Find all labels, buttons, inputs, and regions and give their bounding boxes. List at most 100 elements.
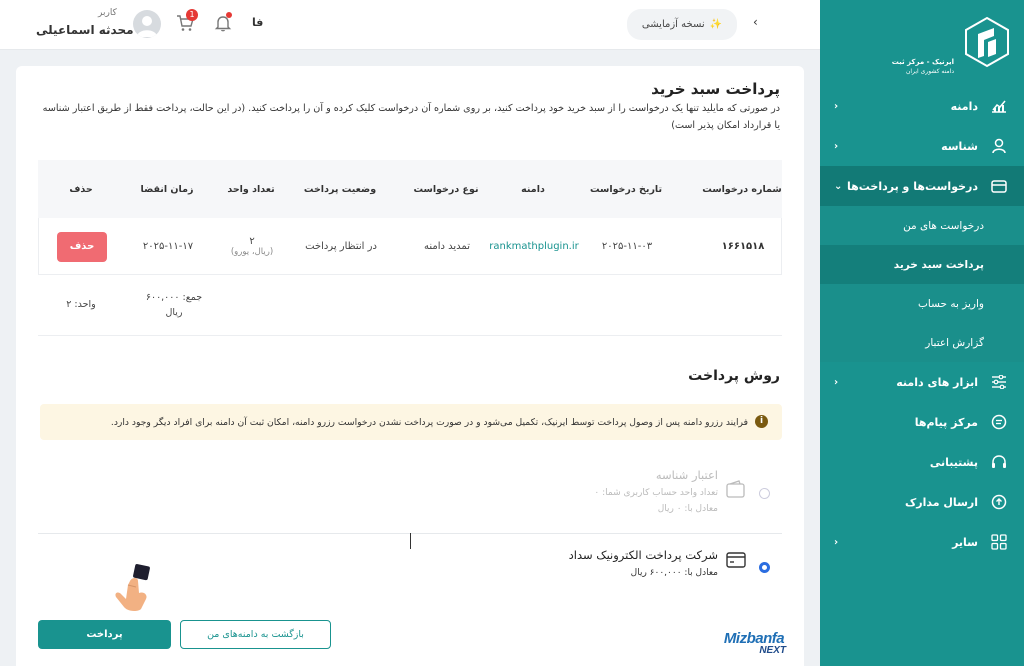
logo-text-main: ایرنیک - مرکز ثبت <box>891 58 954 66</box>
th-units: تعداد واحد <box>227 183 275 195</box>
trial-label: نسخه آزمایشی <box>641 19 705 30</box>
sidebar-subitem-label: درخواست های من <box>903 219 984 232</box>
page-title: پرداخت سبد خرید <box>651 80 780 98</box>
alert-text: فرایند رزرو دامنه پس از وصول پرداخت توسط… <box>110 416 748 428</box>
grid-icon <box>990 533 1008 551</box>
cart-badge: 1 <box>186 9 198 21</box>
chevron-down-icon: ⌄ <box>834 180 843 192</box>
sidebar-subitem-my-requests[interactable]: درخواست های من <box>820 206 1024 245</box>
page-description: در صورتی که مایلید تنها یک درخواست را از… <box>42 103 780 131</box>
th-type: نوع درخواست <box>413 183 479 195</box>
card-payment-icon <box>726 552 746 568</box>
table-row: ۱۶۶۱۵۱۸ ۲۰۲۵-۱۱-۰۳ rankmathplugin.ir تمد… <box>38 218 782 275</box>
expiry-date: ۲۰۲۵-۱۱-۱۷ <box>142 241 194 252</box>
sidebar-item-support[interactable]: پشتیبانی <box>820 442 1024 482</box>
radio-sadad[interactable] <box>759 562 770 573</box>
units-value: ۲ <box>249 236 255 247</box>
sidebar-item-other[interactable]: سایر ‹ <box>820 522 1024 562</box>
payment-method-title: روش پرداخت <box>688 368 780 384</box>
logo-mark-icon <box>965 16 1009 68</box>
upload-icon <box>990 493 1008 511</box>
th-delete: حذف <box>69 183 93 195</box>
credit-title: اعتبار شناسه <box>655 468 718 482</box>
trial-version-button[interactable]: ✨ نسخه آزمایشی <box>627 9 737 40</box>
payment-alert: i فرایند رزرو دامنه پس از وصول پرداخت تو… <box>40 404 782 440</box>
total-units: واحد: ۲ <box>66 299 96 310</box>
sidebar-item-label: درخواست‌ها و پرداخت‌ها <box>846 179 978 193</box>
sidebar-item-identity[interactable]: شناسه ‹ <box>820 126 1024 166</box>
sidebar-subitem-deposit[interactable]: واریز به حساب <box>820 284 1024 323</box>
sidebar-item-domain[interactable]: دامنه ‹ <box>820 86 1024 126</box>
info-icon: i <box>755 415 768 428</box>
th-expiry: زمان انقضا <box>140 183 194 195</box>
pay-button[interactable]: پرداخت <box>38 620 171 649</box>
sidebar-subitem-credit-report[interactable]: گزارش اعتبار <box>820 323 1024 362</box>
sidebar-subitem-cart-payment[interactable]: پرداخت سبد خرید <box>820 245 1024 284</box>
radio-credit[interactable] <box>759 488 770 499</box>
credit-units: تعداد واحد حساب کاربری شما: ۰ <box>594 488 718 498</box>
card-icon <box>990 177 1008 195</box>
avatar[interactable] <box>133 10 161 38</box>
user-icon <box>990 137 1008 155</box>
payment-option-credit[interactable]: اعتبار شناسه تعداد واحد حساب کاربری شما:… <box>38 462 782 534</box>
chevron-left-icon: ‹ <box>834 100 839 112</box>
sidebar-item-label: شناسه <box>941 139 978 153</box>
top-header: محدثه اسماعیلی کاربر 1 فا ✨ نسخه آزمایشی… <box>0 0 820 50</box>
sidebar-nav: دامنه ‹ شناسه ‹ درخواست‌ها و پرداخت‌ها ⌄… <box>820 86 1024 562</box>
delete-button[interactable]: حذف <box>57 231 107 262</box>
sidebar-item-send-documents[interactable]: ارسال مدارک <box>820 482 1024 522</box>
units-cell: ۲ (ریال، یورو) <box>219 218 285 275</box>
sidebar-item-label: ابزار های دامنه <box>896 375 978 389</box>
total-currency: ریال <box>165 306 183 318</box>
sidebar: ایرنیک - مرکز ثبت دامنه کشوری ایران دامن… <box>820 0 1024 666</box>
logo[interactable]: ایرنیک - مرکز ثبت دامنه کشوری ایران <box>830 14 1010 75</box>
th-status: وضعیت پرداخت <box>303 183 377 195</box>
request-number[interactable]: ۱۶۶۱۵۱۸ <box>703 218 783 275</box>
payment-status: در انتظار پرداخت <box>305 241 377 252</box>
sidebar-item-label: پشتیبانی <box>929 455 978 469</box>
notification-dot <box>226 12 232 18</box>
sidebar-item-label: مرکز پیام‌ها <box>914 415 978 429</box>
headset-icon <box>990 453 1008 471</box>
sidebar-item-label: دامنه <box>950 99 978 113</box>
wallet-icon <box>726 480 745 498</box>
total-cell: جمع: ۶۰۰,۰۰۰ ریال <box>134 276 214 333</box>
sliders-icon <box>990 373 1008 391</box>
sidebar-subitem-label: گزارش اعتبار <box>925 336 984 349</box>
collapse-sidebar-icon[interactable]: ‹ <box>753 15 758 29</box>
summary-row: جمع: ۶۰۰,۰۰۰ ریال واحد: ۲ <box>38 276 782 336</box>
sadad-title: شرکت پرداخت الکترونیک سداد <box>568 548 718 562</box>
request-type: تمدید دامنه <box>424 241 470 252</box>
pointer-hand-icon <box>115 564 150 612</box>
chart-icon <box>990 97 1008 115</box>
request-domain[interactable]: rankmathplugin.ir <box>489 218 579 275</box>
mizbanfa-logo: Mizbanfa NEXT <box>718 630 790 660</box>
chevron-left-icon: ‹ <box>834 140 839 152</box>
cart-table: شماره درخواست تاریخ درخواست دامنه نوع در… <box>38 160 782 336</box>
sidebar-item-message-center[interactable]: مرکز پیام‌ها <box>820 402 1024 442</box>
request-date: ۲۰۲۵-۱۱-۰۳ <box>601 241 653 252</box>
sadad-equivalent: معادل با: ۶۰۰,۰۰۰ ریال <box>630 568 718 578</box>
back-to-domains-button[interactable]: بازگشت به دامنه‌های من <box>180 620 331 649</box>
th-number: شماره درخواست <box>702 183 782 195</box>
language-switch[interactable]: فا <box>252 16 263 29</box>
message-icon <box>990 413 1008 431</box>
credit-equivalent: معادل با: ۰ ریال <box>657 504 718 514</box>
chevron-left-icon: ‹ <box>834 376 839 388</box>
user-name: محدثه اسماعیلی <box>36 23 134 37</box>
units-currency: (ریال، یورو) <box>230 247 274 257</box>
sidebar-item-label: ارسال مدارک <box>905 495 978 509</box>
sidebar-subitem-label: واریز به حساب <box>918 297 984 310</box>
logo-text-sub: دامنه کشوری ایران <box>905 68 954 75</box>
total-amount: جمع: ۶۰۰,۰۰۰ <box>145 291 203 303</box>
delete-cell: حذف <box>49 218 115 275</box>
sidebar-subitem-label: پرداخت سبد خرید <box>893 258 984 271</box>
chevron-left-icon: ‹ <box>834 536 839 548</box>
sidebar-item-domain-tools[interactable]: ابزار های دامنه ‹ <box>820 362 1024 402</box>
sparkle-icon: ✨ <box>709 19 723 30</box>
main-card: پرداخت سبد خرید در صورتی که مایلید تنها … <box>16 66 804 666</box>
user-role: کاربر <box>98 8 117 18</box>
th-domain: دامنه <box>521 183 545 195</box>
table-header: شماره درخواست تاریخ درخواست دامنه نوع در… <box>38 160 782 218</box>
sidebar-item-requests-payments[interactable]: درخواست‌ها و پرداخت‌ها ⌄ <box>820 166 1024 206</box>
